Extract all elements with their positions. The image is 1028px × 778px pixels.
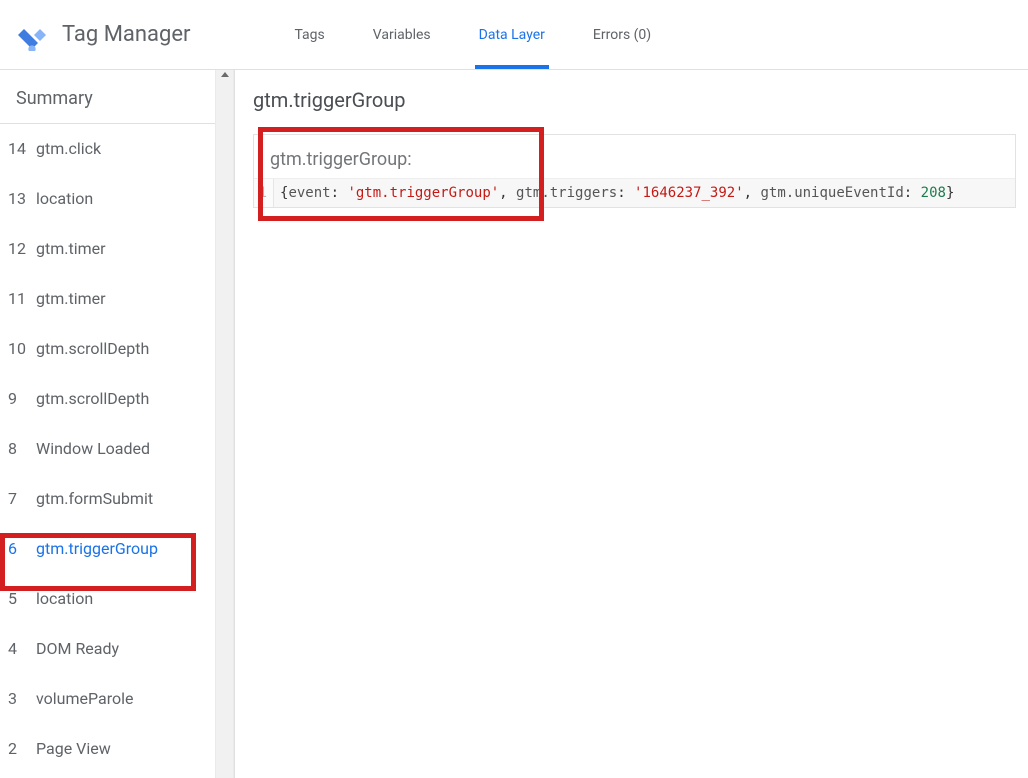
scroll-up-arrow-icon	[221, 72, 229, 77]
event-label: volumeParole	[36, 684, 133, 714]
code-content: {event: 'gtm.triggerGroup', gtm.triggers…	[274, 179, 960, 207]
sidebar-wrap: Summary 14 gtm.click 13 location 12 gtm.…	[0, 70, 235, 778]
sidebar-event-item[interactable]: 2 Page View	[0, 724, 215, 774]
tag-manager-logo-icon	[16, 19, 48, 51]
event-label: Window Loaded	[36, 434, 150, 464]
sidebar-event-item[interactable]: 9 gtm.scrollDepth	[0, 374, 215, 424]
event-number: 3	[8, 684, 36, 714]
sidebar-scrollbar[interactable]	[215, 70, 234, 778]
header-tabs: Tags Variables Data Layer Errors (0)	[290, 0, 655, 69]
app-header: Tag Manager Tags Variables Data Layer Er…	[0, 0, 1028, 70]
event-label: gtm.scrollDepth	[36, 384, 149, 414]
panel-head: gtm.triggerGroup:	[254, 135, 1015, 178]
tab-variables[interactable]: Variables	[369, 0, 435, 69]
app-title: Tag Manager	[62, 22, 190, 47]
event-number: 14	[8, 134, 36, 164]
sidebar-event-item[interactable]: 3 volumeParole	[0, 674, 215, 724]
event-label: gtm.click	[36, 134, 101, 164]
event-label: gtm.timer	[36, 284, 106, 314]
event-number: 5	[8, 584, 36, 614]
sidebar-event-item[interactable]: 10 gtm.scrollDepth	[0, 324, 215, 374]
sidebar-event-item[interactable]: 12 gtm.timer	[0, 224, 215, 274]
tab-tags[interactable]: Tags	[290, 0, 328, 69]
event-number: 11	[8, 284, 36, 314]
event-number: 10	[8, 334, 36, 364]
event-number: 9	[8, 384, 36, 414]
event-label: location	[36, 584, 93, 614]
line-number: 1	[254, 179, 274, 207]
sidebar-event-item[interactable]: 13 location	[0, 174, 215, 224]
sidebar-event-item[interactable]: 7 gtm.formSubmit	[0, 474, 215, 524]
sidebar-event-item[interactable]: 5 location	[0, 574, 215, 624]
event-number: 6	[8, 534, 36, 564]
event-label: location	[36, 184, 93, 214]
sidebar-summary[interactable]: Summary	[0, 70, 215, 124]
sidebar-event-item[interactable]: 14 gtm.click	[0, 124, 215, 174]
sidebar-event-item[interactable]: 11 gtm.timer	[0, 274, 215, 324]
event-label: gtm.scrollDepth	[36, 334, 149, 364]
event-detail-title: gtm.triggerGroup	[253, 88, 1016, 112]
sidebar-event-item[interactable]: 4 DOM Ready	[0, 624, 215, 674]
event-label: gtm.formSubmit	[36, 484, 153, 514]
event-number: 13	[8, 184, 36, 214]
body-row: Summary 14 gtm.click 13 location 12 gtm.…	[0, 70, 1028, 778]
event-number: 12	[8, 234, 36, 264]
event-number: 4	[8, 634, 36, 664]
sidebar-event-item[interactable]: 6 gtm.triggerGroup	[0, 524, 215, 574]
event-label: gtm.timer	[36, 234, 106, 264]
event-list: 14 gtm.click 13 location 12 gtm.timer 11…	[0, 124, 215, 774]
sidebar-event-item[interactable]: 8 Window Loaded	[0, 424, 215, 474]
tab-data-layer[interactable]: Data Layer	[475, 0, 549, 69]
event-number: 2	[8, 734, 36, 764]
event-label: gtm.triggerGroup	[36, 534, 158, 564]
main-content: gtm.triggerGroup gtm.triggerGroup: 1 {ev…	[235, 70, 1028, 778]
tab-errors[interactable]: Errors (0)	[589, 0, 655, 69]
data-layer-panel: gtm.triggerGroup: 1 {event: 'gtm.trigger…	[253, 134, 1016, 208]
event-sidebar: Summary 14 gtm.click 13 location 12 gtm.…	[0, 70, 215, 778]
code-row: 1 {event: 'gtm.triggerGroup', gtm.trigge…	[254, 178, 1015, 207]
event-label: Page View	[36, 734, 111, 764]
event-label: DOM Ready	[36, 634, 119, 664]
event-number: 7	[8, 484, 36, 514]
event-number: 8	[8, 434, 36, 464]
